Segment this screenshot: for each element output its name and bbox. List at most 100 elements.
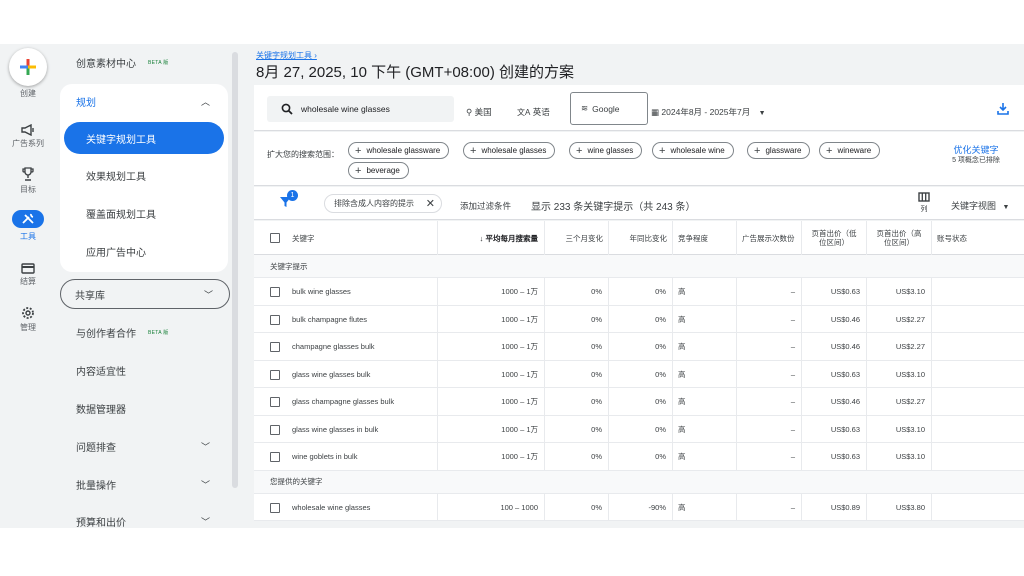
avg-searches-cell: 1000 – 1万 (438, 415, 545, 443)
nav-item-bulk[interactable]: 批量操作 ﹀ (60, 468, 226, 500)
row-checkbox[interactable] (270, 314, 280, 325)
nav-item-content-suitability-label: 内容适宜性 (76, 366, 126, 378)
table-row[interactable]: wholesale wine glasses 100 – 1000 0% -90… (254, 493, 1024, 521)
nav-item-content-suitability[interactable]: 内容适宜性 (60, 354, 226, 386)
three-month-cell: 0% (545, 333, 609, 361)
nav-item-creative[interactable]: 创意素材中心 BETA 版 (60, 46, 226, 78)
nav-item-data-manager[interactable]: 数据管理器 (60, 392, 226, 424)
language-selector[interactable]: 文A 英语 (517, 106, 550, 118)
adult-content-filter-chip[interactable]: 排除含成人内容的提示 ✕ (324, 194, 442, 213)
network-selector[interactable]: ≋ Google (570, 92, 648, 125)
row-checkbox[interactable] (270, 342, 280, 352)
table-header: 关键字 ↓ 平均每月搜索量 三个月变化 年同比变化 竞争程度 广告展示次数份 页… (254, 221, 1024, 255)
col-keyword[interactable]: 关键字 (292, 221, 438, 255)
trophy-icon (16, 164, 40, 184)
nav-item-reach-planner[interactable]: 覆盖面规划工具 (60, 197, 226, 229)
search-icon (281, 103, 293, 115)
nav-item-troubleshoot[interactable]: 问题排查 ﹀ (60, 430, 226, 462)
nav-panel: 创意素材中心 BETA 版 规划 ︿ 关键字规划工具 效果规划工具 覆盖面规划工… (56, 44, 230, 528)
row-checkbox[interactable] (270, 424, 280, 435)
left-rail: 创建 广告系列 目标 工具 结算 管理 (0, 44, 56, 528)
nav-item-creators-label: 与创作者合作 (76, 328, 136, 340)
nav-item-keyword-planner[interactable]: 关键字规划工具 (64, 122, 224, 154)
impression-share-cell: – (737, 333, 802, 361)
table-row[interactable]: wine goblets in bulk 1000 – 1万 0% 0% 高 –… (254, 443, 1024, 471)
col-account-status[interactable]: 账号状态 (932, 221, 1024, 255)
rail-item-goals[interactable]: 目标 (0, 164, 56, 204)
impression-share-cell: – (737, 388, 802, 416)
add-filter-button[interactable]: 添加过滤条件 (460, 200, 511, 212)
create-button[interactable] (9, 48, 47, 86)
table-row[interactable]: glass wine glasses in bulk 1000 – 1万 0% … (254, 415, 1024, 443)
broaden-chip[interactable]: + wholesale glassware (348, 142, 450, 159)
table-row[interactable]: champagne glasses bulk 1000 – 1万 0% 0% 高… (254, 333, 1024, 361)
yoy-cell: 0% (609, 360, 673, 388)
keyword-cell: wine goblets in bulk (292, 443, 438, 471)
avg-searches-cell: 100 – 1000 (438, 493, 545, 521)
col-avg-searches[interactable]: ↓ 平均每月搜索量 (438, 221, 545, 255)
row-checkbox[interactable] (270, 502, 280, 513)
network-value: Google (592, 103, 620, 114)
table-row[interactable]: glass champagne glasses bulk 1000 – 1万 0… (254, 388, 1024, 416)
location-selector[interactable]: ⚲ 美国 (466, 106, 492, 118)
col-yoy[interactable]: 年同比变化 (609, 221, 673, 255)
rail-item-admin[interactable]: 管理 (0, 302, 56, 342)
col-three-month[interactable]: 三个月变化 (545, 221, 609, 255)
table-row[interactable]: glass wine glasses bulk 1000 – 1万 0% 0% … (254, 360, 1024, 388)
breadcrumb[interactable]: 关键字规划工具 › (256, 50, 317, 61)
col-competition[interactable]: 竞争程度 (673, 221, 737, 255)
col-high-bid[interactable]: 页首出价（高位区间） (867, 221, 932, 255)
nav-item-budget[interactable]: 预算和出价 ﹀ (60, 505, 226, 529)
nav-item-keyword-planner-label: 关键字规划工具 (86, 134, 156, 146)
add-icon: + (355, 164, 362, 177)
account-status-cell (932, 306, 1024, 334)
competition-cell: 高 (673, 415, 737, 443)
row-checkbox[interactable] (270, 452, 280, 462)
col-impression-share[interactable]: 广告展示次数份 (737, 221, 802, 255)
nav-scrollbar[interactable] (232, 52, 238, 488)
nav-item-creators[interactable]: 与创作者合作 BETA 版 (60, 316, 226, 348)
tools-icon[interactable] (12, 210, 44, 228)
row-checkbox[interactable] (270, 369, 280, 380)
select-all-checkbox[interactable] (270, 233, 280, 243)
columns-button[interactable]: 列 (918, 192, 930, 214)
table-row[interactable]: bulk wine glasses 1000 – 1万 0% 0% 高 – US… (254, 278, 1024, 306)
competition-cell: 高 (673, 493, 737, 521)
nav-item-app-center[interactable]: 应用广告中心 (60, 235, 226, 267)
nav-item-shared-library[interactable]: 共享库 ﹀ (60, 279, 230, 309)
yoy-cell: 0% (609, 278, 673, 306)
table-row[interactable]: bulk champagne flutes 1000 – 1万 0% 0% 高 … (254, 305, 1024, 334)
columns-label: 列 (920, 206, 928, 213)
rail-item-billing[interactable]: 结算 (0, 256, 56, 296)
date-range-selector[interactable]: ▦ 2024年8月 - 2025年7月 ▼ (651, 106, 766, 118)
col-low-bid[interactable]: 页首出价（低位区间） (802, 221, 867, 255)
refine-keywords-link[interactable]: 优化关键字 (940, 143, 1012, 156)
broaden-label: 扩大您的搜索范围： (267, 150, 339, 159)
broaden-chip[interactable]: + beverage (348, 162, 409, 179)
row-checkbox[interactable] (270, 287, 280, 297)
keyword-cell: glass wine glasses bulk (292, 360, 438, 388)
broaden-chip[interactable]: + wholesale wine (652, 142, 734, 159)
row-checkbox[interactable] (270, 397, 280, 407)
keyword-table: 关键字 ↓ 平均每月搜索量 三个月变化 年同比变化 竞争程度 广告展示次数份 页… (254, 221, 1024, 521)
broaden-chip[interactable]: + wholesale glasses (463, 142, 556, 159)
broaden-chip[interactable]: + wineware (819, 142, 881, 159)
high-bid-cell: US$3.10 (867, 360, 932, 388)
nav-item-planning[interactable]: 规划 ︿ (60, 85, 226, 117)
rail-item-campaigns[interactable]: 广告系列 (0, 118, 56, 158)
language-value: 英语 (532, 107, 550, 117)
broaden-chip[interactable]: + glassware (747, 142, 811, 159)
competition-cell: 高 (673, 305, 737, 333)
keyword-view-selector[interactable]: 关键字视图 ▼ (951, 199, 1009, 212)
download-icon[interactable] (997, 102, 1009, 120)
competition-cell: 高 (673, 388, 737, 416)
nav-item-performance-planner-label: 效果规划工具 (86, 171, 146, 183)
nav-item-performance-planner[interactable]: 效果规划工具 (60, 159, 226, 191)
keyword-cell: glass champagne glasses bulk (292, 388, 438, 416)
avg-searches-cell: 1000 – 1万 (438, 278, 545, 306)
close-icon[interactable]: ✕ (426, 197, 435, 210)
avg-searches-cell: 1000 – 1万 (438, 305, 545, 333)
chip-label: glassware (765, 146, 802, 155)
keyword-input[interactable]: wholesale wine glasses (267, 96, 454, 122)
broaden-chip[interactable]: + wine glasses (569, 142, 643, 159)
